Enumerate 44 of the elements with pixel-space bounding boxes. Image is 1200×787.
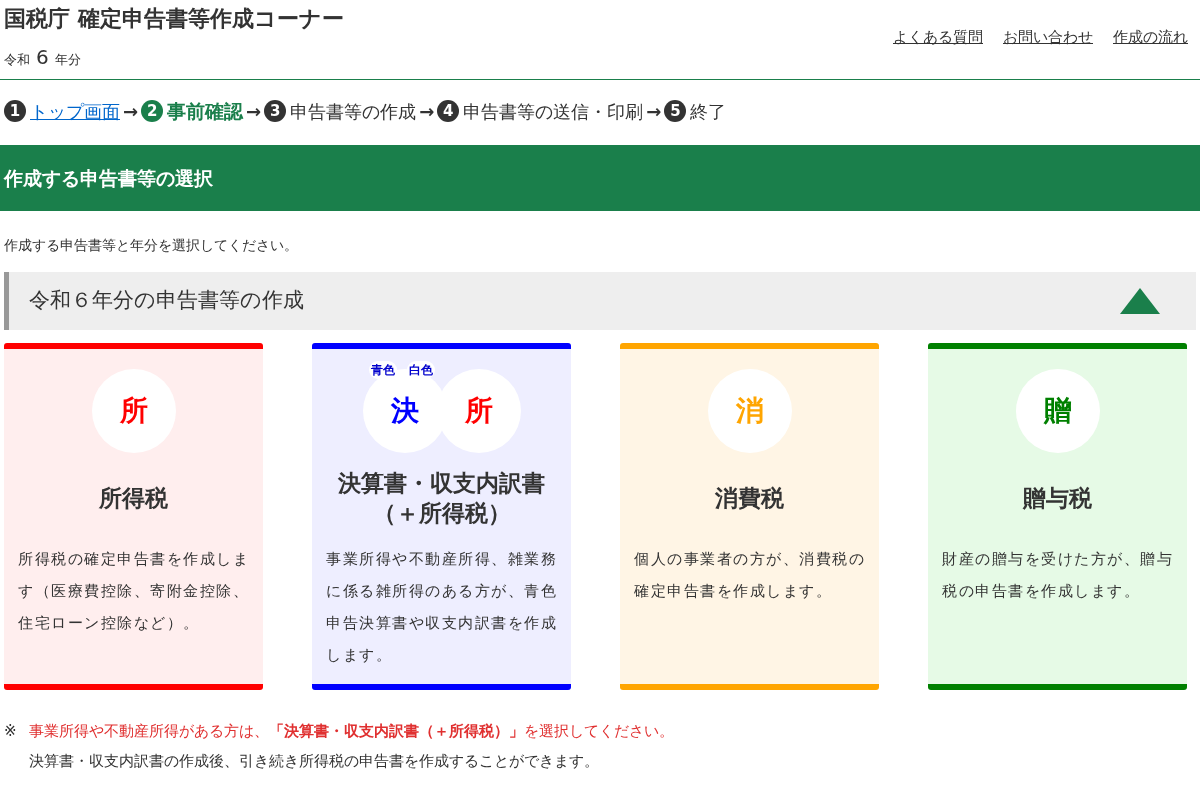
instruction-text: 作成する申告書等と年分を選択してください。 [3,236,299,255]
tax-card[interactable]: 贈 贈与税 財産の贈与を受けた方が、贈与税の申告書を作成します。 [928,343,1187,690]
step-number-icon: 4 [437,100,460,122]
tax-badge: 所 [91,369,176,453]
tax-badge: 贈 [1015,369,1100,453]
card-description: 事業所得や不動産所得、雑業務に係る雑所得のある方が、青色申告決算書や収支内訳書を作成します。 [326,549,557,666]
step-link[interactable]: トップ画面 [30,97,120,125]
card-description: 財産の贈与を受けた方が、贈与税の申告書を作成します。 [942,549,1173,602]
step-label: 申告書等の作成 [290,99,417,124]
step-number-icon: 2 [141,100,164,122]
section-header[interactable]: 令和６年分の申告書等の作成 [4,272,1196,330]
step-label: 終了 [690,99,727,124]
tag-label: 青色 [368,361,397,379]
step-label: 申告書等の送信・印刷 [463,99,644,124]
step-arrow: → [646,99,662,124]
card-description: 個人の事業者の方が、消費税の確定申告書を作成します。 [634,549,865,602]
card-title: 決算書・収支内訳書（＋所得税） [337,469,546,528]
card-title: 贈与税 [1023,484,1092,513]
card-description: 所得税の確定申告書を作成します（医療費控除、寄附金控除、住宅ローン控除など）。 [18,549,249,634]
warning-note: 事業所得や不動産所得がある方は、「決算書・収支内訳書（＋所得税）」を選択してください。 [28,721,674,742]
year-value: 6 [36,44,49,71]
tax-badge: 消 [707,369,792,453]
header-link[interactable]: お問い合わせ [1003,26,1093,49]
card-title: 所得税 [99,484,168,513]
step-number-icon: 5 [664,100,687,122]
tax-card[interactable]: 青色 白色 決 所 決算書・収支内訳書（＋所得税） 事業所得や不動産所得、雑業務に係る雑所得のある方が、青色申告決算書や収支内訳書を作成します。 [312,343,571,690]
current-step: 事前確認 [167,96,244,126]
note-text: 決算書・収支内訳書の作成後、引き続き所得税の申告書を作成することができます。 [28,751,600,772]
header-link[interactable]: 作成の流れ [1113,26,1188,49]
tax-card[interactable]: 所 所得税 所得税の確定申告書を作成します（医療費控除、寄附金控除、住宅ローン控除など）。 [4,343,263,690]
page-heading: 作成する申告書等の選択 [0,145,1200,211]
tag-label: 白色 [406,361,435,379]
year-label: 令和 [4,51,30,69]
card-title: 消費税 [715,484,784,513]
note-mark: ※ [4,721,17,742]
year-label: 年分 [54,51,81,69]
step-arrow: → [419,99,435,124]
step-number-icon: 1 [4,100,26,122]
tax-card[interactable]: 消 消費税 個人の事業者の方が、消費税の確定申告書を作成します。 [620,343,879,690]
header-link[interactable]: よくある質問 [893,26,983,49]
site-title: 国税庁 確定申告書等作成コーナー [4,5,344,33]
step-arrow: → [246,99,262,124]
step-number-icon: 3 [264,100,287,122]
step-arrow: → [123,99,139,124]
